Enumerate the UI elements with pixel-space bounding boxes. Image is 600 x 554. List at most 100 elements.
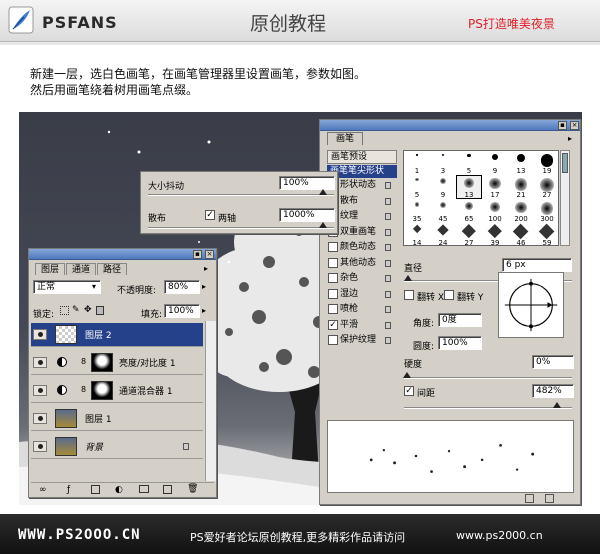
brush-tip-cell[interactable]: 200 (508, 199, 534, 223)
lock-move-icon[interactable]: ✥ (84, 305, 92, 315)
eye-icon[interactable] (33, 441, 47, 452)
brush-option-row[interactable]: ✓ 平滑 (327, 319, 397, 332)
brush-option-row[interactable]: 喷枪 (327, 303, 397, 316)
lock-icon[interactable] (385, 244, 391, 251)
brush-tip-cell[interactable]: 100 (482, 199, 508, 223)
layer-row[interactable]: 8 亮度/对比度 1 (31, 351, 203, 375)
opacity-arrow-icon[interactable]: ▸ (202, 282, 206, 291)
footer-url[interactable]: www.ps2000.cn (456, 529, 543, 542)
flip-x-checkbox[interactable] (404, 290, 414, 300)
brush-tip-cell[interactable]: 65 (456, 199, 482, 223)
angle-field[interactable]: 0度 (438, 313, 482, 327)
lock-all-icon[interactable] (96, 306, 104, 315)
scatter-slider[interactable] (148, 227, 334, 229)
chain-link-icon[interactable]: 8 (81, 385, 86, 394)
layer-mask-thumbnail[interactable] (91, 381, 113, 400)
brush-option-row[interactable]: 颜色动态 (327, 241, 397, 254)
spacing-slider-thumb[interactable] (553, 402, 561, 408)
size-jitter-slider-thumb[interactable] (319, 189, 327, 195)
brush-tip-cell[interactable]: 5 (456, 151, 482, 175)
layer-mask-thumbnail[interactable] (91, 353, 113, 372)
brush-option-row[interactable]: 保护纹理 (327, 334, 397, 347)
chevron-down-icon[interactable]: ▾ (92, 282, 96, 291)
layer-row[interactable]: 图层 2 (31, 323, 203, 347)
lock-transparency-icon[interactable] (60, 306, 69, 315)
lock-icon[interactable] (385, 259, 391, 267)
trash-icon[interactable] (545, 494, 554, 503)
tab-paths[interactable]: 路径 (97, 263, 127, 275)
brush-option-checkbox[interactable] (328, 273, 338, 283)
lock-icon[interactable] (385, 275, 391, 282)
brush-tip-cell[interactable]: 1 (404, 151, 430, 175)
hardness-slider[interactable] (404, 377, 572, 379)
eye-icon[interactable] (33, 413, 47, 424)
brush-tip-cell[interactable]: 3 (430, 151, 456, 175)
brush-presets-button[interactable]: 画笔预设 (327, 150, 397, 164)
lock-icon[interactable] (385, 306, 391, 313)
brush-option-checkbox[interactable] (328, 257, 338, 268)
brush-option-checkbox[interactable] (328, 242, 338, 252)
brush-option-checkbox[interactable]: ✓ (328, 319, 338, 330)
brush-tip-cell[interactable]: 9 (482, 151, 508, 175)
brush-panel-titlebar[interactable]: ▪ × (320, 120, 580, 131)
fill-arrow-icon[interactable]: ▸ (202, 306, 206, 315)
lock-icon[interactable] (385, 321, 391, 329)
panel-menu-icon[interactable]: ▸ (204, 264, 208, 273)
brush-grid-scrollbar[interactable] (560, 150, 570, 246)
layer-row[interactable]: 8 通道混合器 1 (31, 379, 203, 403)
scatter-field[interactable]: 1000% (279, 208, 335, 222)
brush-tip-cell[interactable]: 17 (482, 175, 508, 199)
layer-row[interactable]: 背景 (31, 435, 203, 459)
brush-tip-grid[interactable]: 1 3 5 9 13 19 5 9 13 17 21 27 35 45 65 100 200 300 14 24 27 3… (403, 150, 559, 246)
new-group-icon[interactable] (139, 485, 149, 493)
add-mask-icon[interactable] (91, 485, 100, 494)
lock-icon[interactable] (385, 290, 391, 298)
hardness-slider-thumb[interactable] (403, 372, 411, 378)
brush-tip-cell[interactable]: 13 (456, 175, 482, 199)
spacing-field[interactable]: 482% (532, 384, 574, 398)
brush-tip-cell[interactable]: 5 (404, 175, 430, 199)
lock-icon[interactable] (385, 213, 391, 220)
brush-tip-cell[interactable]: 300 (534, 199, 558, 223)
new-preset-icon[interactable] (525, 494, 534, 503)
lock-paint-icon[interactable]: ✎ (72, 305, 80, 315)
brush-option-checkbox[interactable] (328, 335, 338, 345)
blend-mode-select[interactable]: 正常 (33, 280, 101, 294)
brush-tip-cell[interactable]: 13 (508, 151, 534, 175)
angle-roundness-dial[interactable] (498, 272, 564, 338)
eye-icon[interactable] (33, 385, 47, 396)
eye-icon[interactable] (33, 357, 47, 368)
flip-y-checkbox[interactable] (444, 290, 454, 300)
lock-icon[interactable] (385, 337, 391, 344)
tab-layers[interactable]: 图层 (35, 263, 65, 275)
brush-tip-cell[interactable]: 21 (508, 175, 534, 199)
brush-option-row[interactable]: 其他动态 (327, 257, 397, 270)
brush-tip-cell[interactable]: 35 (404, 199, 430, 223)
lock-icon[interactable] (385, 197, 391, 205)
size-jitter-slider[interactable] (148, 194, 334, 196)
hardness-field[interactable]: 0% (532, 355, 574, 369)
brush-tip-cell[interactable]: 9 (430, 175, 456, 199)
brush-tip-cell[interactable]: 39 (482, 223, 508, 245)
brush-tip-cell[interactable]: 46 (508, 223, 534, 245)
brush-tip-cell[interactable]: 59 (534, 223, 558, 245)
layer-thumbnail[interactable] (55, 409, 77, 428)
brush-tip-cell[interactable]: 14 (404, 223, 430, 245)
brush-option-checkbox[interactable] (328, 304, 338, 314)
brush-option-row[interactable]: 湿边 (327, 288, 397, 301)
layer-style-icon[interactable]: ƒ (67, 485, 70, 495)
chain-link-icon[interactable]: 8 (81, 357, 86, 366)
brush-tip-cell[interactable]: 24 (430, 223, 456, 245)
diameter-field[interactable]: 6 px (502, 258, 572, 272)
new-layer-icon[interactable] (163, 485, 172, 494)
link-layers-icon[interactable]: ∞ (39, 485, 47, 495)
brush-tip-cell[interactable]: 27 (456, 223, 482, 245)
tab-channels[interactable]: 通道 (66, 263, 96, 275)
spacing-slider[interactable] (404, 407, 572, 409)
brush-tip-cell[interactable]: 45 (430, 199, 456, 223)
eye-icon[interactable] (33, 329, 47, 340)
diameter-slider-thumb[interactable] (404, 275, 412, 281)
minimize-button[interactable]: ▪ (193, 250, 202, 259)
adjustment-layer-icon[interactable]: ◐ (115, 485, 123, 495)
scatter-slider-thumb[interactable] (319, 222, 327, 228)
